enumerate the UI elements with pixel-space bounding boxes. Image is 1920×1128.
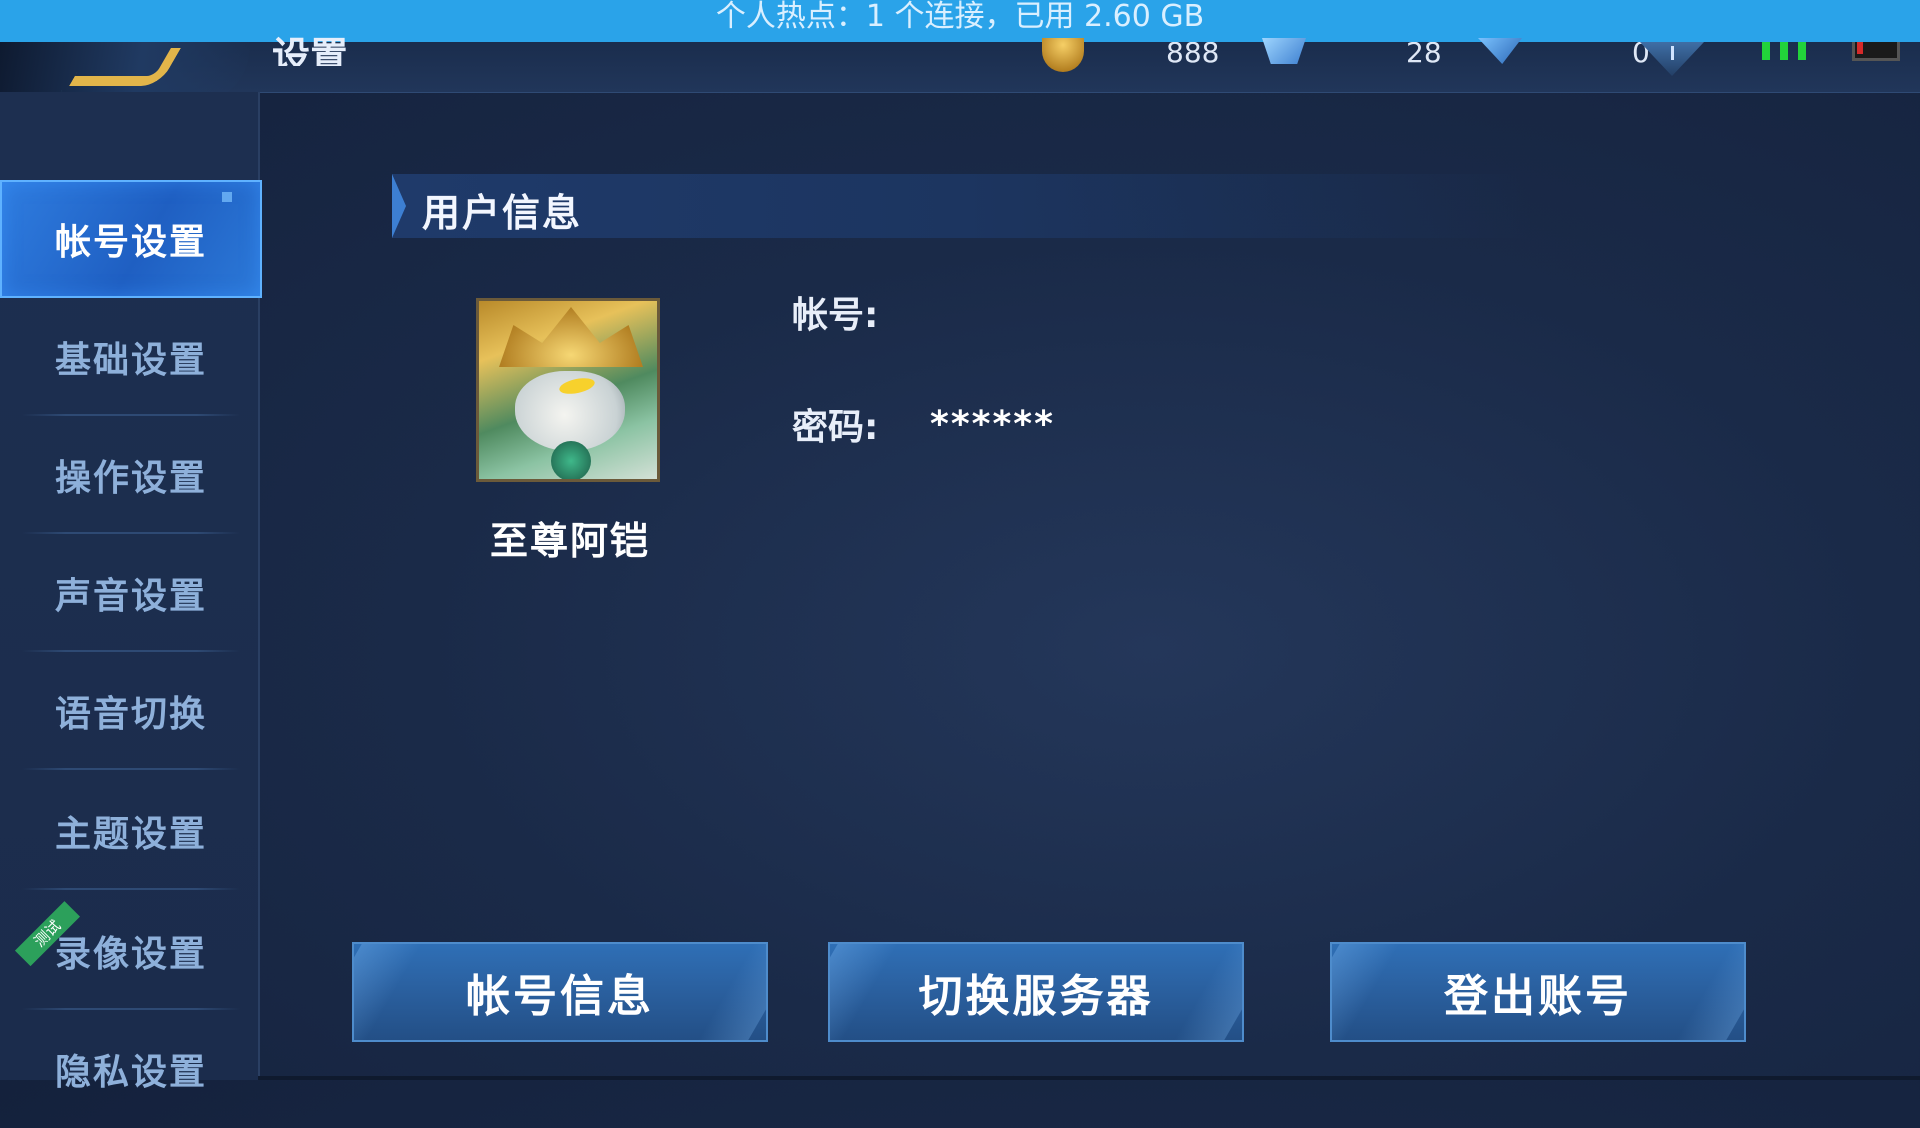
diamond-icon [1262,38,1306,64]
sidebar-item-label: 主题设置 [54,814,207,855]
account-info-button[interactable]: 帐号信息 [352,942,768,1042]
battery-icon [1852,42,1900,61]
password-value: ****** [930,404,1055,445]
account-label: 帐号: [792,295,879,336]
switch-server-button-label: 切换服务器 [918,971,1154,1022]
sidebar-item-label: 声音设置 [54,576,207,617]
diamond-value: 28 [1406,42,1442,69]
sidebar-item-label: 隐私设置 [54,1052,207,1093]
account-info-button-label: 帐号信息 [466,971,654,1022]
sidebar-item-label: 基础设置 [54,340,207,381]
avatar-jewel-art [551,441,591,479]
avatar-crown-art [499,307,643,367]
sidebar-item-control-settings[interactable]: 操作设置 [0,416,262,534]
page-title: 设置 [272,34,349,66]
password-label: 密码: [792,407,879,448]
sidebar-item-label: 操作设置 [54,458,207,499]
section-title: 用户信息 [422,191,583,235]
user-info-header: 用户信息 [392,174,1532,238]
sidebar-item-voice-switch[interactable]: 语音切换 [0,652,262,770]
sidebar-item-label: 录像设置 [54,934,207,975]
gold-coin-value: 888 [1166,42,1220,69]
diamond-balance[interactable]: 28 [1262,38,1442,82]
logout-button-label: 登出账号 [1444,971,1632,1022]
active-corner-deco [222,192,232,202]
avatar[interactable] [476,298,660,482]
gold-coin-icon [1042,38,1084,72]
header-chevron-icon [392,174,406,238]
sidebar-item-privacy-settings[interactable]: 隐私设置 [0,1010,262,1128]
hotspot-status-text: 个人热点：1 个连接，已用 2.60 GB [715,0,1205,34]
switch-server-button[interactable]: 切换服务器 [828,942,1244,1042]
voucher-icon [1478,38,1522,64]
sidebar-item-theme-settings[interactable]: 主题设置 [0,772,262,890]
sidebar-item-label: 帐号设置 [54,222,207,263]
player-nickname: 至尊阿铠 [489,519,650,563]
sidebar-item-basic-settings[interactable]: 基础设置 [0,298,262,416]
voucher-balance[interactable]: 0 [1478,38,1650,82]
bottom-divider [258,1076,1920,1080]
signal-icon [1762,42,1814,60]
beta-badge: 测试 [4,900,81,967]
logout-button[interactable]: 登出账号 [1330,942,1746,1042]
sidebar-item-label: 语音切换 [54,694,207,735]
gold-coin-balance[interactable]: 888 [1042,38,1220,82]
sidebar-item-sound-settings[interactable]: 声音设置 [0,534,262,652]
sidebar-item-account-settings[interactable]: 帐号设置 [0,180,262,298]
